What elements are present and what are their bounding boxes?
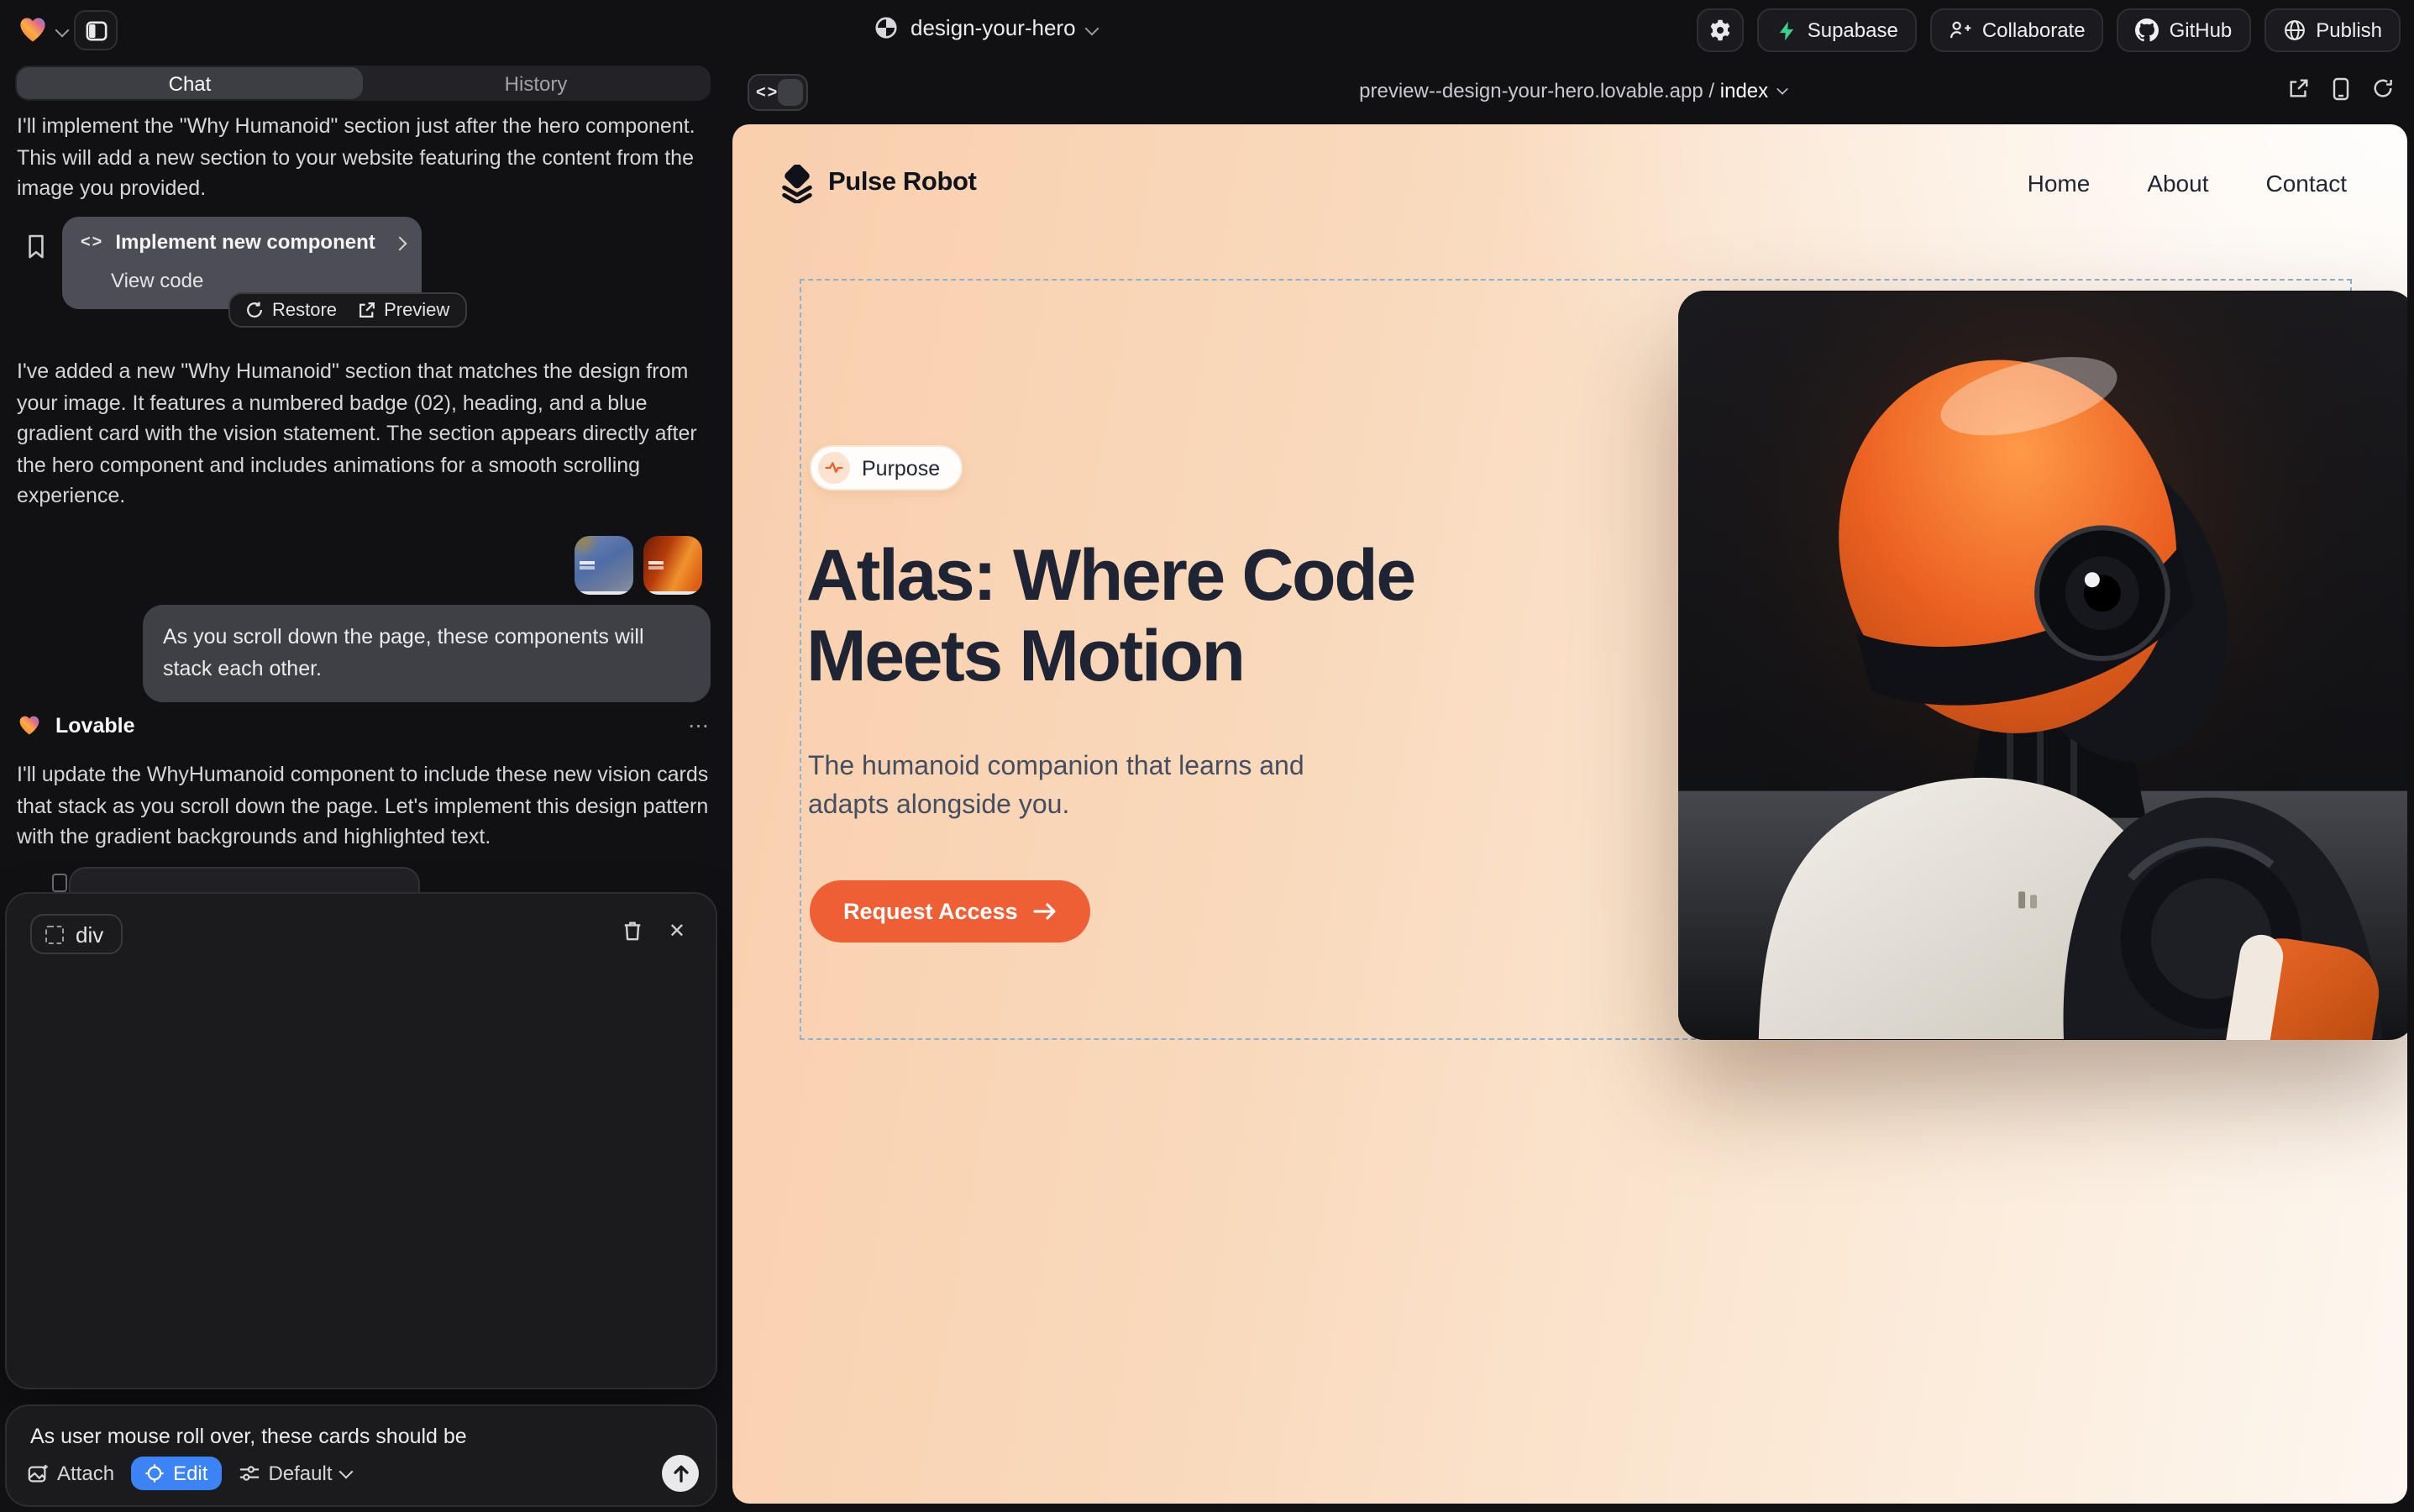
preview-page-name: index — [1720, 79, 1768, 102]
hero-subheading: The humanoid companion that learns and a… — [808, 748, 1379, 826]
code-icon: <> — [81, 233, 103, 251]
chevron-down-icon — [55, 24, 70, 38]
tab-chat[interactable]: Chat — [17, 67, 363, 99]
chevron-down-icon — [1776, 83, 1788, 95]
hero-robot-image — [1678, 291, 2407, 1040]
nav-home[interactable]: Home — [2028, 170, 2091, 197]
preview-address-bar: <> preview--design-your-hero.lovable.app… — [732, 60, 2414, 124]
chevron-down-icon — [1085, 21, 1099, 35]
view-code-link[interactable]: View code — [111, 269, 203, 292]
attachment-thumbnail-2[interactable] — [643, 536, 702, 595]
lovable-heart-icon — [17, 15, 49, 45]
element-inspector-panel: div ✕ Margin 0 0 Padding 0 — [5, 892, 717, 1389]
preview-button[interactable]: Preview — [357, 300, 449, 320]
supabase-button[interactable]: Supabase — [1757, 8, 1917, 52]
github-button[interactable]: GitHub — [2117, 8, 2251, 52]
pulse-icon — [818, 452, 850, 484]
refresh-icon[interactable] — [2372, 77, 2394, 99]
open-external-icon[interactable] — [2288, 77, 2310, 99]
site-header: Pulse Robot Home About Contact — [779, 160, 2347, 207]
close-icon[interactable]: ✕ — [669, 919, 685, 942]
restore-preview-bar: Restore Preview — [228, 292, 466, 328]
send-button[interactable] — [662, 1455, 699, 1492]
lovable-logo-menu[interactable] — [17, 15, 67, 45]
selected-element-pill[interactable]: div — [30, 914, 122, 954]
hero-heading: Atlas: Where Code Meets Motion — [806, 536, 1596, 698]
github-icon — [2136, 18, 2159, 42]
attachment-thumbnail-1[interactable] — [575, 536, 633, 595]
globe-icon — [2282, 18, 2306, 42]
arrow-up-icon — [671, 1463, 690, 1483]
composer-input[interactable]: As user mouse roll over, these cards sho… — [30, 1425, 467, 1448]
site-preview: Pulse Robot Home About Contact Purpose A… — [732, 124, 2407, 1504]
supabase-icon — [1776, 19, 1797, 41]
attach-button[interactable]: Attach — [27, 1462, 114, 1485]
assistant-name: Lovable — [55, 713, 135, 737]
toggle-sidebar-button[interactable] — [74, 10, 118, 50]
project-switcher[interactable]: design-your-hero — [874, 15, 1098, 40]
hidden-tool-card — [69, 867, 420, 892]
lovable-heart-icon — [17, 713, 42, 737]
request-access-button[interactable]: Request Access — [810, 880, 1090, 942]
restore-icon — [245, 301, 264, 319]
top-bar-actions: Supabase Collaborate GitHub — [1697, 8, 2401, 52]
chevron-right-icon — [393, 237, 407, 251]
assistant-message-1: I'll implement the "Why Humanoid" sectio… — [17, 111, 709, 204]
collaborate-button[interactable]: Collaborate — [1930, 8, 2104, 52]
gear-icon — [1708, 18, 1732, 42]
site-nav: Home About Contact — [2028, 170, 2347, 197]
more-options-button[interactable]: ⋯ — [688, 712, 711, 738]
thumbnail-text — [580, 561, 595, 564]
element-tag: div — [76, 921, 103, 947]
collaborate-icon — [1949, 18, 1972, 42]
external-link-icon — [357, 301, 375, 319]
publish-button[interactable]: Publish — [2264, 8, 2401, 52]
hero-selection-outline[interactable]: Purpose Atlas: Where Code Meets Motion T… — [800, 279, 2352, 1040]
tab-history[interactable]: History — [363, 67, 709, 99]
thumbnail-text — [648, 561, 664, 564]
assistant-header: Lovable ⋯ — [17, 712, 711, 738]
settings-button[interactable] — [1697, 8, 1744, 52]
pulse-robot-logo-icon — [779, 164, 815, 202]
attach-image-icon — [27, 1462, 49, 1484]
chat-history-tabs: Chat History — [15, 66, 711, 101]
chat-composer[interactable]: As user mouse roll over, these cards sho… — [5, 1404, 717, 1507]
arrow-right-icon — [1033, 902, 1057, 921]
nav-contact[interactable]: Contact — [2266, 170, 2348, 197]
element-icon — [45, 925, 64, 943]
sliders-icon — [238, 1463, 260, 1483]
top-bar: design-your-hero Supabase — [0, 0, 2414, 60]
nav-about[interactable]: About — [2147, 170, 2208, 197]
app-window: design-your-hero Supabase — [0, 0, 2414, 1512]
site-brand[interactable]: Pulse Robot — [779, 164, 976, 202]
bookmark-icon[interactable] — [25, 234, 47, 260]
restore-button[interactable]: Restore — [245, 300, 337, 320]
preview-url[interactable]: preview--design-your-hero.lovable.app / … — [732, 79, 2414, 102]
mobile-view-icon[interactable] — [2332, 77, 2350, 101]
tool-title: Implement new component — [115, 230, 375, 254]
purpose-badge: Purpose — [810, 445, 962, 491]
project-name: design-your-hero — [910, 15, 1076, 40]
assistant-message-3: I'll update the WhyHumanoid component to… — [17, 759, 709, 853]
target-icon — [144, 1463, 165, 1483]
sidebar-icon — [85, 19, 107, 41]
chevron-down-icon — [338, 1464, 353, 1478]
model-selector[interactable]: Default — [238, 1462, 350, 1485]
user-message-bubble: As you scroll down the page, these compo… — [143, 605, 711, 701]
project-sphere-icon — [874, 15, 899, 40]
trash-icon[interactable] — [622, 919, 643, 942]
hidden-card-icon — [52, 874, 67, 892]
assistant-message-2: I've added a new "Why Humanoid" section … — [17, 356, 714, 512]
edit-mode-button[interactable]: Edit — [131, 1457, 221, 1490]
